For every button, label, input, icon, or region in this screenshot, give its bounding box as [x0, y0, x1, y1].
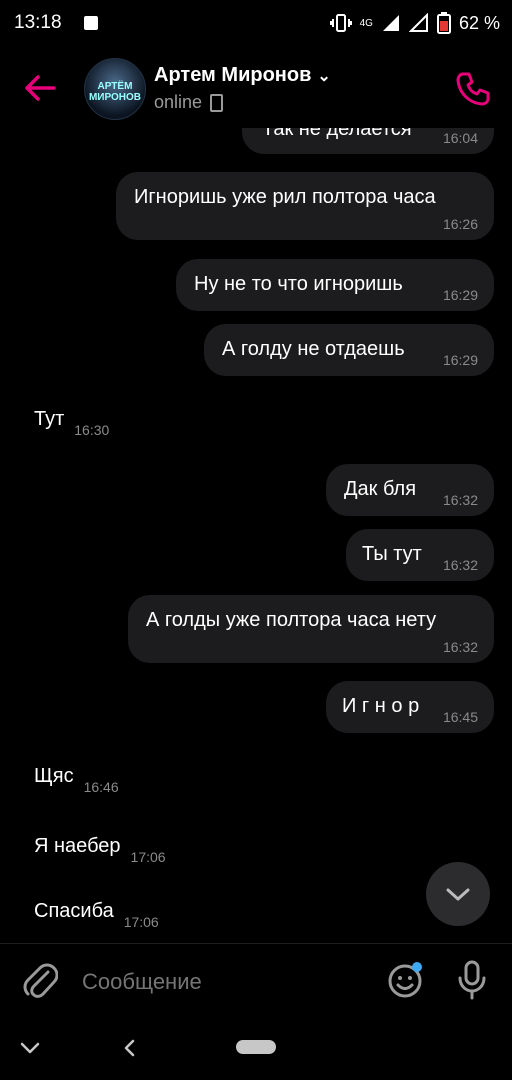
signal-outline-icon: [408, 13, 428, 32]
message-incoming[interactable]: Щяс 16:46: [34, 765, 119, 795]
battery-percent: 62 %: [458, 12, 500, 33]
message-list[interactable]: Так не делается 16:04 Игноришь уже рил п…: [0, 128, 512, 943]
attachment-icon[interactable]: [22, 960, 58, 1000]
network-type-label: 4G: [359, 17, 373, 29]
phone-call-icon[interactable]: [454, 70, 492, 108]
contact-status: online: [154, 92, 224, 113]
chevron-down-icon: [446, 888, 470, 901]
status-icons: 4G 62 %: [329, 12, 500, 34]
message-bubble-outgoing[interactable]: Так не делается 16:04: [242, 128, 494, 154]
mobile-device-icon: [210, 94, 224, 113]
signal-icon: [382, 15, 399, 31]
microphone-icon[interactable]: [454, 958, 490, 1002]
contact-avatar[interactable]: АРТЁМ МИРОНОВ: [84, 58, 146, 120]
nav-back-icon[interactable]: [120, 1036, 140, 1060]
emoji-sticker-icon[interactable]: [386, 960, 426, 1000]
status-time: 13:18: [14, 12, 62, 33]
battery-icon: [436, 12, 451, 34]
home-pill[interactable]: [236, 1040, 276, 1054]
chevron-down-icon[interactable]: [18, 1038, 42, 1058]
chat-header: АРТЁМ МИРОНОВ Артем Миронов ⌄ online: [0, 48, 512, 128]
chevron-down-icon: ⌄: [317, 68, 331, 85]
message-input[interactable]: [80, 966, 364, 998]
message-bubble-outgoing[interactable]: А голду не отдаешь 16:29: [204, 324, 494, 376]
system-navigation-bar: [0, 1016, 512, 1080]
message-bubble-outgoing[interactable]: Ты тут 16:32: [346, 529, 494, 581]
back-arrow-icon[interactable]: [20, 68, 60, 108]
message-composer: [0, 943, 512, 1016]
message-bubble-outgoing[interactable]: А голды уже полтора часа нету 16:32: [128, 595, 494, 663]
status-bar: 13:18 4G 62 %: [0, 0, 512, 48]
message-incoming[interactable]: Спасиба 17:06: [34, 900, 159, 930]
message-incoming[interactable]: Тут 16:30: [34, 408, 109, 438]
message-bubble-outgoing[interactable]: И г н о р 16:45: [326, 681, 494, 733]
avatar-caption: АРТЁМ МИРОНОВ: [88, 81, 142, 103]
gallery-notification-icon: [84, 16, 98, 30]
message-incoming[interactable]: Я наебер 17:06: [34, 835, 166, 865]
message-bubble-outgoing[interactable]: Игноришь уже рил полтора часа 16:26: [116, 172, 494, 240]
scroll-to-bottom-button[interactable]: [426, 862, 490, 926]
vibrate-icon: [329, 14, 352, 32]
contact-name[interactable]: Артем Миронов ⌄: [154, 64, 331, 87]
message-bubble-outgoing[interactable]: Ну не то что игноришь 16:29: [176, 259, 494, 311]
message-bubble-outgoing[interactable]: Дак бля 16:32: [326, 464, 494, 516]
